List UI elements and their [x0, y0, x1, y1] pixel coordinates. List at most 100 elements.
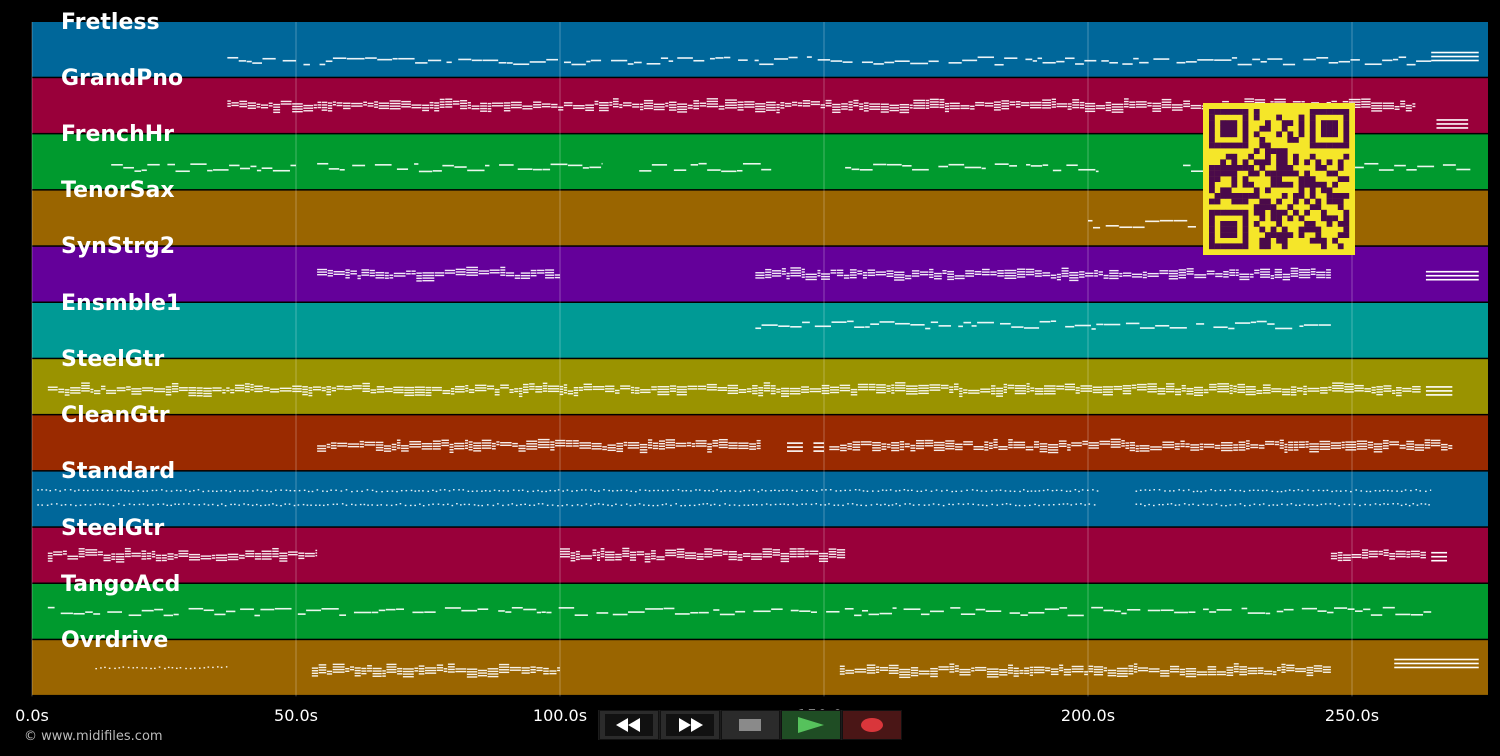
note [1186, 273, 1194, 275]
note [1158, 489, 1161, 491]
note [993, 104, 1001, 106]
note [651, 552, 656, 555]
note [47, 606, 55, 609]
note [662, 489, 664, 492]
note [988, 445, 993, 447]
note [535, 386, 543, 388]
note [1303, 393, 1307, 395]
note [959, 674, 971, 676]
note [680, 505, 682, 507]
note [836, 272, 844, 274]
note [390, 504, 393, 507]
note [550, 443, 555, 446]
note [1245, 393, 1256, 396]
note [1406, 63, 1416, 66]
note [184, 489, 187, 491]
note [959, 395, 963, 398]
note [925, 102, 930, 104]
qr-module [1337, 176, 1344, 182]
note [616, 450, 624, 453]
note [571, 504, 574, 507]
note [1067, 105, 1072, 108]
note [609, 101, 613, 104]
note [254, 558, 261, 560]
note [321, 109, 328, 111]
note [1121, 445, 1125, 447]
qr-module [1225, 221, 1232, 227]
record-button[interactable] [842, 710, 902, 740]
note [167, 555, 174, 558]
note [1135, 106, 1147, 108]
note [853, 99, 859, 102]
note [1238, 444, 1246, 446]
note [1075, 389, 1080, 392]
stop-button[interactable] [720, 710, 781, 740]
note [1103, 323, 1121, 326]
note [290, 164, 296, 167]
note [959, 387, 963, 390]
note [977, 56, 994, 59]
note [646, 62, 661, 65]
note [1109, 272, 1119, 274]
note [1343, 554, 1351, 556]
note [1256, 392, 1263, 395]
note [1131, 384, 1137, 386]
note [1313, 665, 1323, 667]
rewind-button[interactable] [599, 710, 659, 740]
note [1116, 670, 1128, 672]
note [986, 668, 999, 670]
note [468, 389, 475, 391]
note [1239, 489, 1242, 492]
qr-module [1337, 193, 1344, 199]
note [537, 444, 550, 446]
note [115, 558, 125, 561]
note [839, 387, 851, 389]
note [848, 103, 853, 106]
note [1330, 555, 1338, 557]
note [282, 59, 297, 62]
note [1239, 673, 1248, 676]
note [151, 489, 154, 492]
note [357, 275, 361, 277]
note [770, 390, 776, 392]
note [1441, 449, 1448, 451]
note [771, 270, 782, 272]
note [542, 168, 551, 171]
note [706, 383, 717, 386]
note [559, 388, 564, 390]
note [521, 669, 530, 672]
note [1360, 490, 1363, 492]
note [94, 392, 101, 395]
note [758, 392, 764, 394]
note [1204, 490, 1207, 492]
note [980, 490, 983, 492]
note [1334, 503, 1336, 505]
note [1425, 386, 1453, 388]
note [1038, 490, 1041, 492]
note [1025, 268, 1035, 271]
note [421, 443, 433, 445]
note [1288, 441, 1294, 443]
note [719, 613, 735, 616]
play-button[interactable] [781, 710, 842, 740]
note [405, 489, 408, 492]
qr-module [1242, 114, 1249, 121]
note [1202, 503, 1205, 505]
note [770, 392, 776, 395]
qr-module [1231, 226, 1238, 233]
note [695, 489, 697, 491]
qr-module [1253, 204, 1260, 210]
fast-forward-button[interactable] [659, 710, 720, 740]
note [1331, 490, 1333, 493]
note [353, 611, 372, 614]
note [676, 548, 685, 550]
note [1329, 503, 1332, 505]
note [1084, 59, 1097, 62]
note [1378, 490, 1381, 492]
qr-module [1242, 243, 1249, 250]
note [1239, 668, 1248, 671]
note [376, 504, 379, 506]
note [570, 560, 576, 562]
note [1088, 442, 1099, 444]
note [1121, 442, 1125, 445]
